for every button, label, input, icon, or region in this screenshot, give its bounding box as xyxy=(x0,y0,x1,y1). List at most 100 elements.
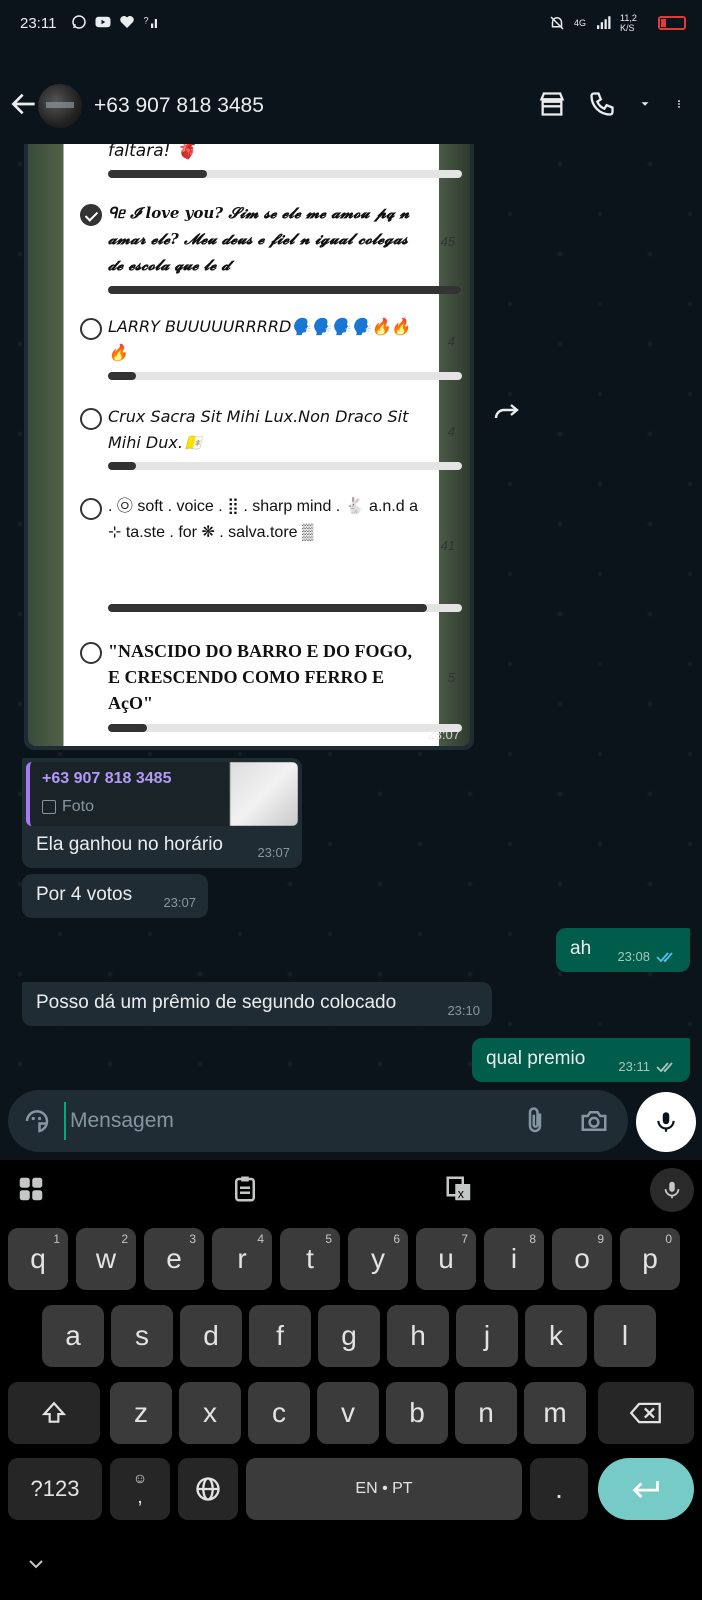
store-icon[interactable] xyxy=(538,90,566,118)
poll-card: faltara! 🫀 ᑫᥱ 𝓘 love you? 𝓢𝓲𝓶 𝓼𝓮 𝓮𝓵𝓮 𝓶𝓮 … xyxy=(66,144,466,746)
message-time: 23:08 xyxy=(617,949,650,964)
message-text: qual premio xyxy=(486,1048,586,1069)
backspace-key[interactable] xyxy=(598,1382,694,1444)
key-a[interactable]: a xyxy=(42,1305,104,1367)
key-label: y xyxy=(371,1243,385,1274)
key-d[interactable]: d xyxy=(180,1305,242,1367)
key-l[interactable]: l xyxy=(594,1305,656,1367)
poll-vote-count: 4 xyxy=(447,334,455,349)
contact-avatar[interactable] xyxy=(38,84,82,128)
key-hint: 2 xyxy=(121,1232,128,1246)
poll-radio-icon xyxy=(80,498,102,520)
backspace-icon xyxy=(630,1402,661,1424)
key-k[interactable]: k xyxy=(525,1305,587,1367)
signal-question-icon: ? xyxy=(144,16,157,28)
poll-bar-fill xyxy=(108,286,462,294)
message-text: Por 4 votos xyxy=(36,884,133,905)
chat-area[interactable]: faltara! 🫀 ᑫᥱ 𝓘 love you? 𝓢𝓲𝓶 𝓼𝓮 𝓮𝓵𝓮 𝓶𝓮 … xyxy=(0,144,702,1094)
call-icon[interactable] xyxy=(588,90,616,118)
key-x[interactable]: x xyxy=(179,1382,241,1444)
key-e[interactable]: e3 xyxy=(144,1228,204,1290)
poll-bar xyxy=(108,372,462,380)
collapse-keyboard-icon[interactable] xyxy=(24,1552,48,1576)
key-r[interactable]: r4 xyxy=(212,1228,272,1290)
keyboard: x q1w2e3r4t5y6u7i8o9p0 asdfghjkl zxcvbnm… xyxy=(0,1160,702,1600)
message-text: Posso dá um prêmio de segundo colocado xyxy=(36,992,397,1013)
key-hint: 6 xyxy=(393,1232,400,1246)
message-input[interactable] xyxy=(64,1102,504,1140)
photo-icon xyxy=(42,800,56,814)
whatsapp-icon xyxy=(72,15,86,29)
key-f[interactable]: f xyxy=(249,1305,311,1367)
message-time: 23:07 xyxy=(257,845,290,860)
keyboard-voice-button[interactable] xyxy=(650,1168,694,1212)
key-z[interactable]: z xyxy=(110,1382,172,1444)
sticker-icon[interactable] xyxy=(22,1106,52,1136)
key-c[interactable]: c xyxy=(248,1382,310,1444)
apps-grid-icon[interactable] xyxy=(16,1174,46,1204)
voice-message-button[interactable] xyxy=(636,1092,696,1152)
forward-icon[interactable] xyxy=(492,400,524,424)
poll-check-icon xyxy=(80,204,102,226)
poll-option-text: . ㉧ soft . voice . ⣿ . sharp mind . 🐇 a.… xyxy=(108,498,418,541)
key-n[interactable]: n xyxy=(455,1382,517,1444)
message-text: Ela ganhou no horário xyxy=(36,834,223,855)
language-key[interactable] xyxy=(178,1458,238,1520)
poll-option-text: Crux Sacra Sit Mihi Lux.Non Draco Sit Mi… xyxy=(108,407,409,452)
camera-icon[interactable] xyxy=(578,1106,610,1136)
image-message[interactable]: faltara! 🫀 ᑫᥱ 𝓘 love you? 𝓢𝓲𝓶 𝓼𝓮 𝓮𝓵𝓮 𝓶𝓮 … xyxy=(24,144,474,750)
heart-icon xyxy=(120,16,134,28)
key-h[interactable]: h xyxy=(387,1305,449,1367)
clipboard-icon[interactable] xyxy=(230,1174,260,1204)
call-dropdown-icon[interactable] xyxy=(638,90,652,118)
key-t[interactable]: t5 xyxy=(280,1228,340,1290)
outgoing-message[interactable]: qual premio 23:11 xyxy=(472,1038,690,1082)
key-hint: 7 xyxy=(461,1232,468,1246)
quoted-message[interactable]: +63 907 818 3485 Foto xyxy=(26,762,298,826)
chat-header: +63 907 818 3485 xyxy=(0,48,702,144)
poll-bar xyxy=(108,462,462,470)
attach-icon[interactable] xyxy=(520,1106,550,1136)
key-w[interactable]: w2 xyxy=(76,1228,136,1290)
poll-option-text: LARRY BUUUUURRRRD🗣️🗣️🗣️🗣️🔥🔥🔥 xyxy=(108,317,411,362)
translate-icon[interactable]: x xyxy=(444,1174,474,1204)
data-speed: 11,2 K/S xyxy=(620,13,637,33)
key-s[interactable]: s xyxy=(111,1305,173,1367)
message-composer xyxy=(8,1090,628,1152)
key-b[interactable]: b xyxy=(386,1382,448,1444)
space-key[interactable]: EN • PT xyxy=(246,1458,522,1520)
key-label: r xyxy=(237,1243,247,1274)
key-o[interactable]: o9 xyxy=(552,1228,612,1290)
key-p[interactable]: p0 xyxy=(620,1228,680,1290)
emoji-comma-key[interactable]: ☺ , xyxy=(110,1458,170,1520)
shift-key[interactable] xyxy=(8,1382,100,1444)
key-y[interactable]: y6 xyxy=(348,1228,408,1290)
contact-name[interactable]: +63 907 818 3485 xyxy=(94,94,264,118)
key-q[interactable]: q1 xyxy=(8,1228,68,1290)
key-u[interactable]: u7 xyxy=(416,1228,476,1290)
reply-message[interactable]: +63 907 818 3485 Foto Ela ganhou no horá… xyxy=(22,758,302,868)
globe-icon xyxy=(196,1477,220,1501)
shift-icon xyxy=(41,1401,67,1423)
enter-key[interactable] xyxy=(598,1458,694,1520)
microphone-icon xyxy=(657,1112,675,1132)
microphone-icon xyxy=(664,1181,680,1199)
notification-icons: ? xyxy=(70,13,160,31)
key-i[interactable]: i8 xyxy=(484,1228,544,1290)
period-key[interactable]: . xyxy=(530,1458,588,1520)
poll-option-text: ᑫᥱ 𝓘 love you? 𝓢𝓲𝓶 𝓼𝓮 𝓮𝓵𝓮 𝓶𝓮 𝓪𝓶𝓸𝓾 𝓹𝓺 𝓷 𝓪… xyxy=(108,204,410,274)
key-g[interactable]: g xyxy=(318,1305,380,1367)
more-options-icon[interactable] xyxy=(674,90,684,118)
symbols-key[interactable]: ?123 xyxy=(8,1458,102,1520)
key-v[interactable]: v xyxy=(317,1382,379,1444)
poll-vote-count: 5 xyxy=(447,670,455,685)
key-j[interactable]: j xyxy=(456,1305,518,1367)
key-m[interactable]: m xyxy=(524,1382,586,1444)
key-label: p xyxy=(642,1243,658,1274)
header-actions xyxy=(538,90,684,118)
back-arrow-icon[interactable] xyxy=(8,88,40,120)
outgoing-message[interactable]: ah 23:08 xyxy=(556,928,690,972)
incoming-message[interactable]: Posso dá um prêmio de segundo colocado 2… xyxy=(22,982,492,1026)
incoming-message[interactable]: Por 4 votos 23:07 xyxy=(22,874,208,918)
key-label: i xyxy=(510,1243,518,1274)
